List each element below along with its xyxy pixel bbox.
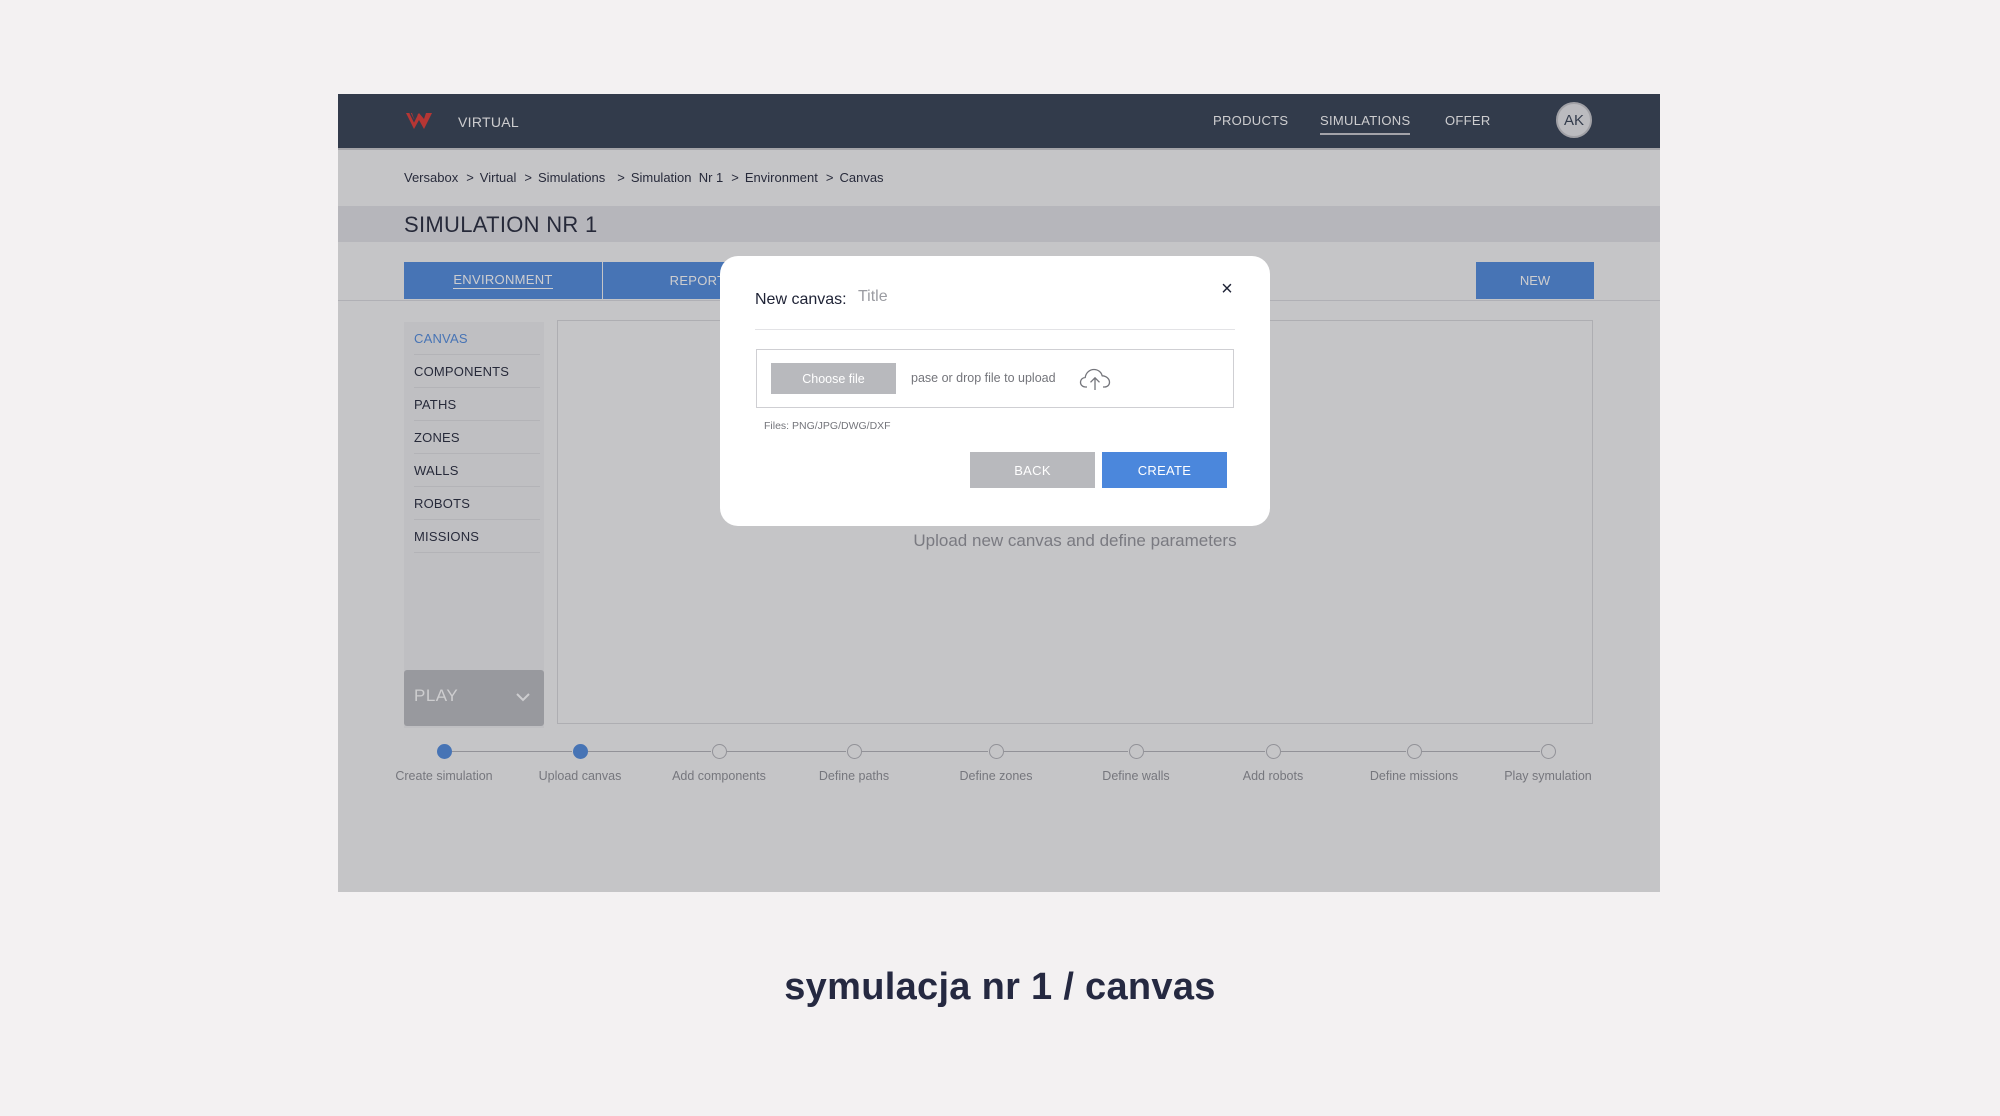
close-icon[interactable]: ×	[1216, 278, 1238, 300]
slide-caption: symulacja nr 1 / canvas	[784, 966, 1216, 1008]
file-dropzone[interactable]: Choose file pase or drop file to upload	[756, 349, 1234, 408]
allowed-file-types: Files: PNG/JPG/DWG/DXF	[764, 420, 891, 432]
drop-hint: pase or drop file to upload	[911, 371, 1056, 385]
cloud-upload-icon[interactable]	[1079, 366, 1111, 392]
canvas-title-input[interactable]	[858, 288, 1108, 306]
choose-file-button[interactable]: Choose file	[771, 363, 896, 394]
app-window: VIRTUAL PRODUCTS SIMULATIONS OFFER AK Ve…	[338, 94, 1660, 892]
back-button[interactable]: BACK	[970, 452, 1095, 488]
dialog-divider	[755, 329, 1235, 330]
dialog-title-label: New canvas:	[755, 291, 847, 308]
new-canvas-dialog: New canvas: × Choose file pase or drop f…	[720, 256, 1270, 526]
create-button[interactable]: CREATE	[1102, 452, 1227, 488]
